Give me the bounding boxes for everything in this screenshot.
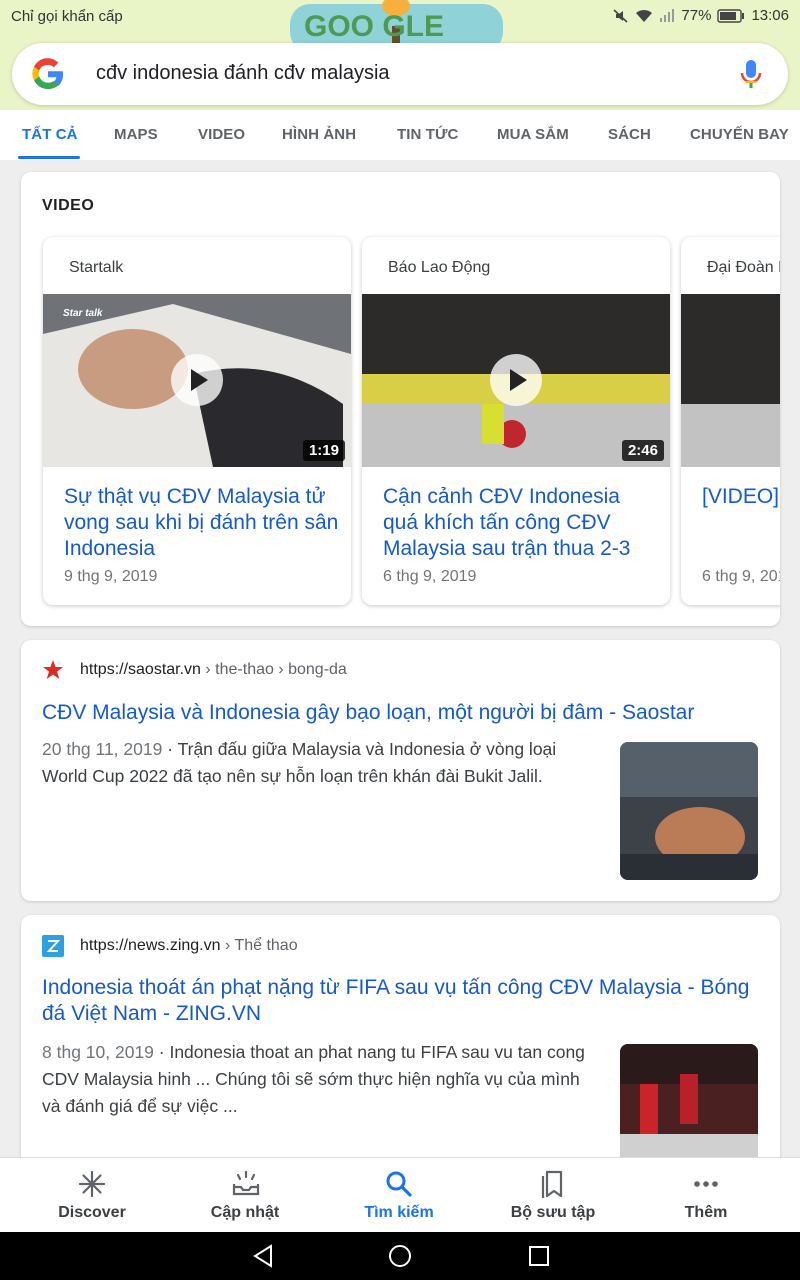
video-title[interactable]: Sự thật vụ CĐV Malaysia tử vong sau khi …: [64, 484, 339, 562]
result-snippet: 20 thg 11, 2019 · Trận đấu giữa Malaysia…: [42, 739, 557, 786]
asterisk-icon: [78, 1170, 106, 1198]
video-section: VIDEO Startalk Star talk 1:19 Sự thật vụ…: [21, 172, 780, 626]
header-area: Chỉ gọi khẩn cấp 77% 13:06 GOO GLE cđv i…: [0, 0, 800, 160]
result-title[interactable]: Indonesia thoát án phạt nặng từ FIFA sau…: [42, 975, 762, 1027]
video-title[interactable]: [VIDEO] Indonesia thua nguy: [702, 484, 780, 510]
search-icon: [386, 1171, 412, 1197]
collections-icon: [541, 1170, 563, 1198]
video-date: 9 thg 9, 2019: [64, 568, 158, 585]
battery-percent: 77%: [681, 7, 712, 24]
signal-icon: [660, 8, 675, 22]
clock: 13:06: [751, 7, 789, 24]
result-breadcrumb: › Thể thao: [220, 937, 298, 954]
nav-label: Thêm: [684, 1204, 728, 1221]
result-url[interactable]: https://news.zing.vn › Thể thao: [80, 937, 298, 955]
system-navigation-bar: [0, 1232, 800, 1280]
search-query[interactable]: cđv indonesia đánh cđv malaysia: [96, 62, 390, 85]
nav-more[interactable]: Thêm: [626, 1158, 786, 1233]
video-thumbnail[interactable]: 2:46: [362, 294, 670, 467]
status-icons: 77% 13:06: [613, 7, 789, 24]
nav-discover[interactable]: Discover: [12, 1158, 172, 1233]
search-tabs: TẤT CẢ MAPS VIDEO HÌNH ẢNH TIN TỨC MUA S…: [0, 110, 800, 160]
tab-shopping[interactable]: MUA SẮM: [497, 126, 569, 143]
search-result: https://news.zing.vn › Thể thao Indonesi…: [21, 915, 780, 1182]
search-bar[interactable]: cđv indonesia đánh cđv malaysia: [12, 43, 788, 105]
back-icon[interactable]: [252, 1244, 274, 1268]
nav-label: Cập nhật: [210, 1204, 280, 1221]
updates-icon: [232, 1170, 260, 1196]
home-icon[interactable]: [388, 1244, 412, 1268]
battery-icon: [717, 8, 745, 23]
tab-maps[interactable]: MAPS: [114, 126, 158, 143]
video-duration: 1:19: [302, 440, 345, 461]
active-tab-indicator: [18, 156, 80, 159]
google-doodle[interactable]: GOO GLE: [290, 0, 503, 44]
doodle-text: GOO GLE: [304, 10, 444, 43]
play-icon[interactable]: [490, 354, 542, 406]
bottom-navigation: Discover Cập nhật Tìm kiếm Bộ sưu tập Th…: [0, 1157, 800, 1232]
nav-label: Bộ sưu tập: [510, 1204, 596, 1221]
nav-collections[interactable]: Bộ sưu tập: [473, 1158, 633, 1233]
video-thumbnail[interactable]: [681, 294, 780, 467]
tab-all[interactable]: TẤT CẢ: [22, 126, 78, 143]
thumb-caption: Star talk: [63, 308, 103, 319]
tab-video[interactable]: VIDEO: [198, 126, 245, 143]
tab-news[interactable]: TIN TỨC: [397, 126, 458, 143]
tab-images[interactable]: HÌNH ẢNH: [282, 126, 356, 143]
recents-icon[interactable]: [528, 1244, 550, 1268]
video-title[interactable]: Cận cảnh CĐV Indonesia quá khích tấn côn…: [383, 484, 658, 562]
carrier-text: Chỉ gọi khẩn cấp: [11, 8, 123, 25]
nav-updates[interactable]: Cập nhật: [165, 1158, 325, 1233]
result-date: 20 thg 11, 2019: [42, 739, 163, 759]
tab-books[interactable]: SÁCH: [608, 126, 651, 143]
section-title: VIDEO: [42, 197, 95, 214]
result-url[interactable]: https://saostar.vn › the-thao › bong-da: [80, 661, 347, 679]
tab-flights[interactable]: CHUYẾN BAY: [690, 126, 789, 143]
nav-search[interactable]: Tìm kiếm: [319, 1158, 479, 1233]
video-card[interactable]: Báo Lao Động 2:46 Cận cảnh CĐV Indonesia…: [362, 237, 670, 605]
result-snippet: 8 thg 10, 2019 · Indonesia thoat an phat…: [42, 1042, 585, 1116]
mute-icon: [613, 8, 628, 23]
google-g-icon: [32, 58, 64, 90]
video-date: 6 thg 9, 2019: [702, 568, 780, 585]
wifi-icon: [636, 9, 653, 22]
video-duration: 2:46: [621, 440, 664, 461]
zing-favicon-icon: [42, 935, 64, 957]
saostar-favicon-icon: [43, 660, 63, 679]
search-result: https://saostar.vn › the-thao › bong-da …: [21, 640, 780, 901]
video-thumbnail[interactable]: Star talk 1:19: [43, 294, 351, 467]
microphone-icon[interactable]: [736, 58, 766, 90]
play-icon[interactable]: [171, 354, 223, 406]
nav-label: Tìm kiếm: [364, 1204, 434, 1221]
video-source: Đại Đoàn Kết: [707, 259, 780, 276]
video-source: Báo Lao Động: [388, 259, 491, 276]
video-source: Startalk: [69, 259, 124, 276]
result-breadcrumb: › the-thao › bong-da: [200, 661, 347, 678]
more-icon: [694, 1181, 718, 1187]
nav-label: Discover: [58, 1204, 126, 1221]
video-date: 6 thg 9, 2019: [383, 568, 477, 585]
result-title[interactable]: CĐV Malaysia và Indonesia gây bạo loạn, …: [42, 700, 762, 726]
video-card[interactable]: Đại Đoàn Kết [VIDEO] Indonesia thua nguy…: [681, 237, 780, 605]
result-date: 8 thg 10, 2019: [42, 1042, 154, 1062]
video-card[interactable]: Startalk Star talk 1:19 Sự thật vụ CĐV M…: [43, 237, 351, 605]
result-thumbnail[interactable]: [620, 742, 758, 880]
